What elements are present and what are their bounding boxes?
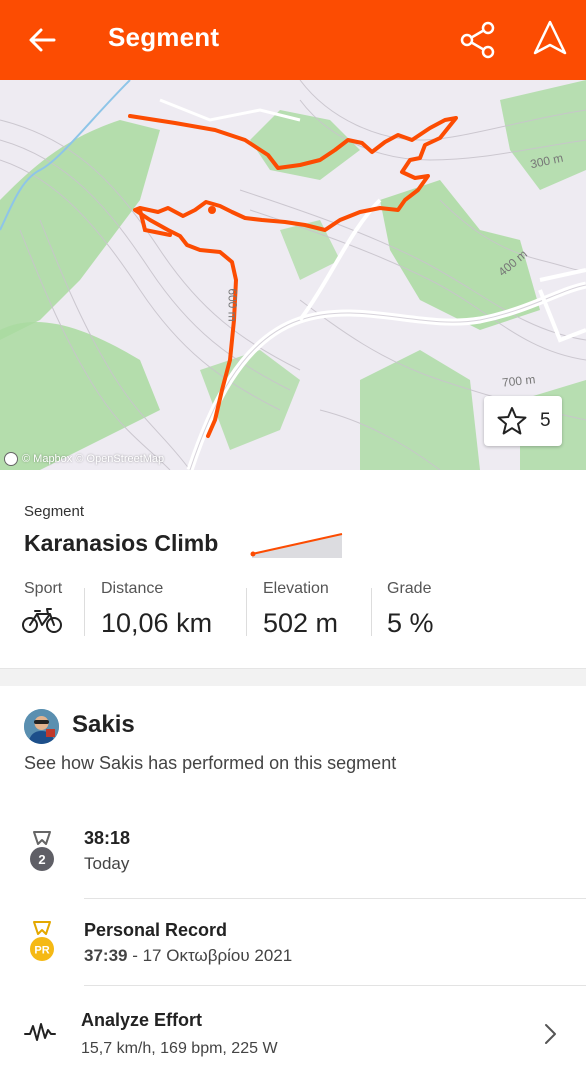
avatar-image	[24, 709, 59, 744]
chevron-right-icon[interactable]	[538, 1022, 562, 1046]
stat-divider	[371, 588, 372, 636]
analyze-summary: 15,7 km/h, 169 bpm, 225 W	[81, 1040, 278, 1057]
share-icon[interactable]	[458, 20, 498, 60]
pr-date: - 17 Οκτωβρίου 2021	[127, 946, 293, 965]
segment-name: Karanasios Climb	[24, 530, 219, 556]
stat-divider	[246, 588, 247, 636]
section-separator	[0, 668, 586, 686]
stat-label: Sport	[24, 580, 63, 597]
stat-value: 10,06 km	[101, 608, 213, 638]
bicycle-icon	[22, 608, 62, 633]
star-segment-button[interactable]: 5	[484, 396, 562, 446]
rank-2-medal-icon: 2	[30, 831, 54, 871]
info-icon[interactable]	[4, 452, 18, 466]
contour-label: 600 m	[225, 288, 240, 322]
page-title: Segment	[108, 22, 220, 52]
attribution-text: © Mapbox © OpenStreetMap	[22, 453, 165, 465]
app-bar: Segment	[0, 0, 586, 80]
star-icon	[497, 407, 527, 435]
segment-map[interactable]: 300 m 400 m 600 m 700 m © Mapbox © OpenS…	[0, 80, 586, 470]
pr-time: 37:39	[84, 946, 128, 965]
navigation-arrow-icon[interactable]	[530, 18, 570, 58]
stat-elevation: Elevation 502 m	[263, 580, 338, 639]
effort-row-personal-record[interactable]: PR Personal Record 37:39 - 17 Οκτωβρίου …	[0, 912, 586, 986]
stat-distance: Distance 10,06 km	[101, 580, 212, 639]
effort-title: Personal Record	[84, 920, 228, 940]
effort-time: 38:18	[84, 828, 131, 848]
arrow-left-icon[interactable]	[26, 24, 58, 56]
pr-detail: 37:39 - 17 Οκτωβρίου 2021	[84, 946, 292, 966]
row-divider	[84, 985, 586, 986]
pr-badge: PR	[34, 945, 49, 957]
stat-divider	[84, 588, 85, 636]
heart-rate-icon	[24, 1023, 56, 1041]
analyze-title: Analyze Effort	[81, 1010, 203, 1030]
effort-date: Today	[84, 854, 130, 873]
stat-grade: Grade 5 %	[387, 580, 434, 639]
stat-sport: Sport	[24, 580, 62, 598]
analyze-effort-row[interactable]: Analyze Effort 15,7 km/h, 169 bpm, 225 W	[0, 998, 586, 1074]
avatar[interactable]	[24, 709, 59, 744]
stat-value: 502 m	[263, 608, 339, 638]
row-divider	[84, 898, 586, 899]
athlete-name[interactable]: Sakis	[72, 711, 135, 739]
rank-badge: 2	[38, 852, 45, 867]
segment-label: Segment	[24, 503, 85, 520]
stat-label: Elevation	[263, 580, 329, 597]
athlete-subtitle: See how Sakis has performed on this segm…	[24, 753, 397, 773]
effort-row-today[interactable]: 2 38:18 Today	[0, 820, 586, 898]
stat-value: 5 %	[387, 608, 434, 638]
map-attribution[interactable]: © Mapbox © OpenStreetMap	[4, 452, 164, 466]
star-count: 5	[540, 410, 551, 431]
pr-medal-icon: PR	[30, 921, 54, 961]
elevation-profile-thumbnail	[250, 533, 343, 558]
stat-label: Grade	[387, 580, 432, 597]
stat-label: Distance	[101, 580, 164, 597]
